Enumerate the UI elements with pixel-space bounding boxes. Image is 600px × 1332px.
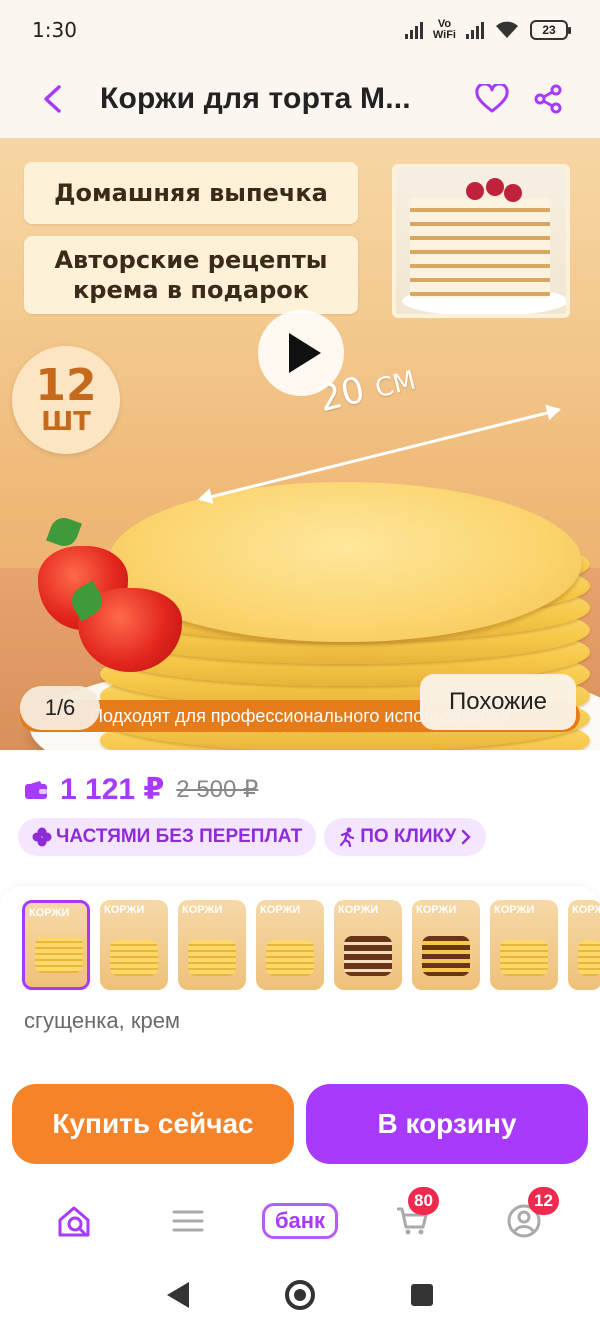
add-to-cart-button[interactable]: В корзину — [306, 1084, 588, 1164]
back-button[interactable] — [24, 71, 80, 127]
bottom-navigation: банк 80 12 — [0, 1184, 600, 1258]
vowifi-indicator: Vo WiFi — [433, 19, 456, 41]
cake-slice-photo — [392, 164, 570, 318]
variant-description: сгущенка, крем — [24, 1008, 181, 1033]
leaf-image — [46, 514, 82, 550]
nav-cart[interactable]: 80 — [372, 1187, 452, 1251]
variant-title: КОРЖИ — [182, 904, 223, 916]
variant-title: КОРЖИ — [260, 904, 301, 916]
payment-tags: ЧАСТЯМИ БЕЗ ПЕРЕПЛАТ ПО КЛИКУ — [18, 818, 487, 856]
variant-title: КОРЖИ — [104, 904, 145, 916]
variant-thumbnail[interactable]: КОРЖИ — [256, 900, 324, 990]
variant-thumbnail[interactable]: КОРЖИ — [178, 900, 246, 990]
favorite-button[interactable] — [464, 71, 520, 127]
chevron-left-icon — [44, 85, 61, 113]
promo-homemade: Домашняя выпечка — [24, 162, 358, 224]
current-price: 1 121 ₽ — [60, 773, 165, 806]
price-row: 1 121 ₽ 2 500 ₽ — [24, 772, 258, 807]
promo-recipes-line1: Авторские рецепты — [54, 246, 328, 274]
promo-recipes: Авторские рецепты крема в подарок — [24, 236, 358, 314]
nav-profile[interactable]: 12 — [484, 1187, 564, 1251]
home-search-icon — [58, 1206, 90, 1237]
cta-row: Купить сейчас В корзину — [0, 1064, 600, 1184]
image-counter: 1/6 — [20, 686, 100, 730]
variant-title: КОРЖИ — [416, 904, 457, 916]
similar-button[interactable]: Похожие — [420, 674, 576, 730]
buy-now-button[interactable]: Купить сейчас — [12, 1084, 294, 1164]
system-recents-button[interactable] — [411, 1284, 433, 1306]
cart-badge: 80 — [408, 1187, 439, 1215]
heart-icon — [475, 84, 509, 113]
quantity-unit: ШТ — [41, 407, 91, 437]
quantity-number: 12 — [35, 360, 97, 411]
share-icon — [534, 84, 562, 114]
menu-icon — [172, 1210, 204, 1232]
variant-thumbnail[interactable]: КОРЖИ — [490, 900, 558, 990]
variant-title: КОРЖИ — [572, 904, 600, 916]
variants-section: КОРЖИ КОРЖИ КОРЖИ КОРЖИ КОРЖИ КОРЖИ КОРЖ… — [0, 886, 600, 1064]
running-man-icon — [340, 827, 355, 847]
diameter-unit: СМ — [372, 365, 419, 405]
chevron-right-icon — [462, 829, 472, 845]
variant-thumbnail[interactable]: КОРЖИ — [334, 900, 402, 990]
nav-home[interactable] — [36, 1191, 116, 1251]
share-button[interactable] — [520, 71, 576, 127]
one-click-tag[interactable]: ПО КЛИКУ — [324, 818, 487, 856]
variant-thumbnail[interactable]: КОРЖИ — [100, 900, 168, 990]
play-video-button[interactable] — [258, 310, 344, 396]
cell-signal-icon — [404, 21, 423, 39]
cell-signal-2-icon — [466, 21, 484, 39]
variant-thumbnail[interactable]: КОРЖИ — [412, 900, 480, 990]
vowifi-bottom: WiFi — [432, 29, 456, 41]
profile-badge: 12 — [528, 1187, 559, 1215]
clover-icon — [32, 827, 52, 847]
variant-thumbnail[interactable]: КОРЖИ — [22, 900, 90, 990]
page-title: Коржи для торта М... — [100, 82, 411, 115]
installments-label: ЧАСТЯМИ БЕЗ ПЕРЕПЛАТ — [56, 826, 303, 847]
wifi-icon — [496, 21, 518, 38]
quantity-badge: 12 ШТ — [12, 346, 120, 454]
system-navigation — [0, 1258, 600, 1332]
variant-title: КОРЖИ — [338, 904, 379, 916]
variant-thumbnail[interactable]: КОРЖИ — [568, 900, 600, 990]
system-home-button[interactable] — [285, 1280, 315, 1310]
nav-bank[interactable]: банк — [260, 1191, 340, 1251]
status-icons: Vo WiFi 23 — [404, 19, 571, 41]
status-time: 1:30 — [32, 18, 77, 42]
status-bar: 1:30 Vo WiFi 23 — [0, 0, 600, 60]
variant-thumbnails: КОРЖИ КОРЖИ КОРЖИ КОРЖИ КОРЖИ КОРЖИ КОРЖ… — [22, 900, 600, 990]
product-image-gallery[interactable]: 20 СМ Домашняя выпечка Авторские рецепты… — [0, 138, 600, 750]
variant-title: КОРЖИ — [494, 904, 535, 916]
installments-tag[interactable]: ЧАСТЯМИ БЕЗ ПЕРЕПЛАТ — [18, 818, 317, 856]
old-price: 2 500 ₽ — [176, 776, 259, 803]
price-section: 1 121 ₽ 2 500 ₽ ЧАСТЯМИ БЕЗ ПЕРЕПЛАТ ПО … — [0, 750, 600, 880]
system-back-button[interactable] — [167, 1282, 189, 1308]
bank-label: банк — [261, 1203, 339, 1239]
battery-indicator: 23 — [530, 20, 571, 40]
variant-title: КОРЖИ — [29, 907, 70, 919]
one-click-label: ПО КЛИКУ — [360, 826, 457, 847]
promo-recipes-line2: крема в подарок — [72, 276, 310, 304]
product-header: Коржи для торта М... — [0, 60, 600, 138]
wallet-icon — [25, 780, 47, 799]
nav-catalog[interactable] — [148, 1191, 228, 1251]
